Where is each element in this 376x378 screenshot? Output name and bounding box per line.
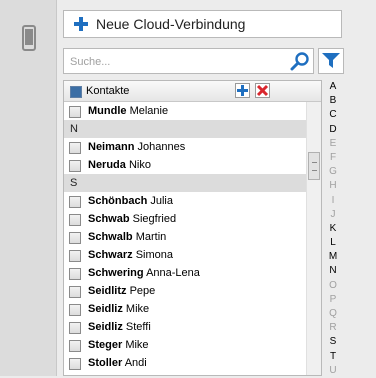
filter-icon [322,53,340,68]
list-item[interactable]: Mundle Melanie [64,102,306,120]
list-item[interactable]: Neruda Niko [64,156,306,174]
contacts-list: Kontakte Mundle Melanie N Neimann Johann… [63,80,322,376]
index-letter[interactable]: L [326,236,340,250]
row-checkbox[interactable] [69,106,81,118]
row-checkbox[interactable] [69,160,81,172]
list-item[interactable]: Schwalb Martin [64,228,306,246]
contact-name: Schönbach Julia [88,195,173,207]
contact-name: Seidliz Mike [88,303,150,315]
select-all-checkbox[interactable] [70,86,82,98]
contact-name: Seidlitz Pepe [88,285,156,297]
list-item[interactable]: Schwering Anna-Lena [64,264,306,282]
plus-icon [74,17,88,31]
index-letter[interactable]: J [326,208,340,222]
list-header-label: Kontakte [86,85,130,97]
list-item[interactable]: Seidliz Mike [64,300,306,318]
row-checkbox[interactable] [69,250,81,262]
index-letter[interactable]: M [326,250,340,264]
new-cloud-connection-button[interactable]: Neue Cloud-Verbindung [63,10,342,38]
sidebar-divider [56,0,57,376]
row-checkbox[interactable] [69,196,81,208]
search-icon[interactable] [290,51,310,71]
index-letter[interactable]: C [326,108,340,122]
add-icon[interactable] [235,83,250,98]
left-sidebar [0,0,56,376]
index-letter[interactable]: Q [326,307,340,321]
new-cloud-connection-label: Neue Cloud-Verbindung [96,16,246,32]
phone-icon[interactable] [22,25,36,51]
contact-name: Schwarz Simona [88,249,173,261]
contact-name: Neimann Johannes [88,141,186,153]
contact-name: Seidliz Steffi [88,321,151,333]
row-checkbox[interactable] [69,304,81,316]
index-letter[interactable]: I [326,194,340,208]
list-item[interactable]: Steger Mike [64,336,306,354]
row-checkbox[interactable] [69,358,81,370]
search-input[interactable] [68,52,282,72]
index-letter[interactable]: P [326,293,340,307]
row-checkbox[interactable] [69,286,81,298]
list-item[interactable]: Stoller Andi [64,354,306,372]
search-box [63,48,314,74]
list-item[interactable]: Schönbach Julia [64,192,306,210]
contact-name: Mundle Melanie [88,105,169,117]
list-item[interactable]: Neimann Johannes [64,138,306,156]
row-checkbox[interactable] [69,142,81,154]
index-letter[interactable]: A [326,80,340,94]
list-item[interactable]: Seidlitz Pepe [64,282,306,300]
index-letter[interactable]: G [326,165,340,179]
list-scrollbar[interactable] [306,102,321,375]
contact-name: Stoller Andi [88,357,147,369]
index-letter[interactable]: S [326,335,340,349]
index-letter[interactable]: R [326,321,340,335]
index-letter[interactable]: D [326,123,340,137]
contact-name: Neruda Niko [88,159,151,171]
row-checkbox[interactable] [69,214,81,226]
contact-rows: Mundle Melanie N Neimann Johannes Neruda… [64,102,306,372]
contact-name: Schwering Anna-Lena [88,267,200,279]
index-letter[interactable]: N [326,264,340,278]
list-item[interactable]: Schwab Siegfried [64,210,306,228]
list-item[interactable]: Seidliz Steffi [64,318,306,336]
index-letter[interactable]: K [326,222,340,236]
index-letter[interactable]: E [326,137,340,151]
index-letter[interactable]: H [326,179,340,193]
row-checkbox[interactable] [69,340,81,352]
contact-name: Schwalb Martin [88,231,167,243]
row-checkbox[interactable] [69,322,81,334]
contact-name: Schwab Siegfried [88,213,177,225]
row-checkbox[interactable] [69,268,81,280]
index-letter[interactable]: O [326,279,340,293]
list-header: Kontakte [64,81,321,102]
alphabet-index: A B C D E F G H I J K L M N O P Q R S T … [326,80,340,378]
contact-name: Steger Mike [88,339,149,351]
delete-icon[interactable] [255,83,270,98]
index-letter[interactable]: T [326,350,340,364]
scrollbar-thumb[interactable] [308,152,320,180]
index-letter[interactable]: F [326,151,340,165]
filter-button[interactable] [318,48,344,74]
index-letter[interactable]: B [326,94,340,108]
row-checkbox[interactable] [69,232,81,244]
list-item[interactable]: Schwarz Simona [64,246,306,264]
group-header: S [64,174,306,192]
group-header: N [64,120,306,138]
